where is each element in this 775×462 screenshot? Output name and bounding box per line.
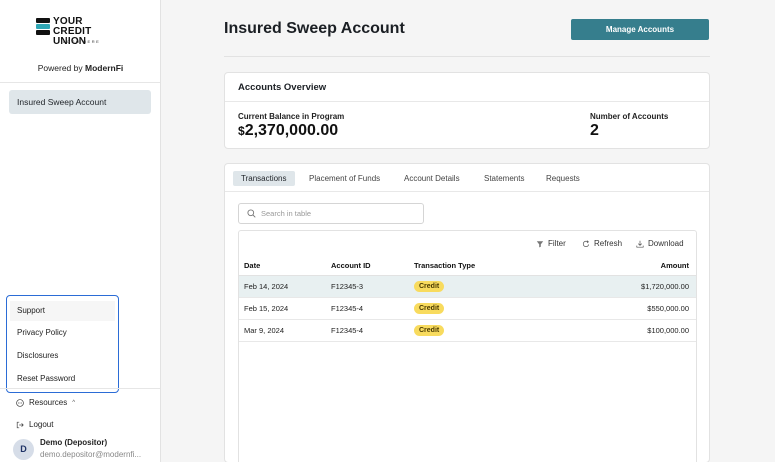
user-name: Demo (Depositor) bbox=[40, 438, 108, 447]
accounts-count-value: 2 bbox=[590, 122, 599, 139]
transaction-type-badge: Credit bbox=[414, 281, 445, 292]
overview-divider bbox=[225, 101, 709, 102]
cell-amount: $100,000.00 bbox=[647, 326, 689, 335]
sidebar-item-insured-sweep-account[interactable]: Insured Sweep Account bbox=[9, 90, 151, 114]
logo-tagline: LOGO HERE bbox=[63, 39, 101, 44]
cell-date: Feb 14, 2024 bbox=[244, 282, 289, 291]
cell-amount: $1,720,000.00 bbox=[641, 282, 689, 291]
table-row[interactable]: Feb 14, 2024 F12345-3 Credit $1,720,000.… bbox=[239, 276, 696, 298]
chevron-up-icon: ^ bbox=[72, 399, 76, 406]
transaction-type-badge: Credit bbox=[414, 325, 445, 336]
balance-amount: 2,370,000.00 bbox=[244, 122, 339, 139]
resources-label: Resources bbox=[29, 398, 68, 407]
manage-accounts-button[interactable]: Manage Accounts bbox=[571, 19, 709, 40]
transaction-type-badge: Credit bbox=[414, 303, 445, 314]
filter-label: Filter bbox=[548, 239, 566, 248]
tab-bar: Transactions Placement of Funds Account … bbox=[225, 164, 709, 192]
filter-icon bbox=[536, 240, 544, 247]
sidebar-footer-divider bbox=[0, 388, 160, 389]
cell-account-id: F12345-4 bbox=[331, 304, 364, 313]
avatar[interactable]: D bbox=[13, 439, 34, 460]
logo-mark-icon bbox=[36, 18, 50, 36]
transactions-card: Transactions Placement of Funds Account … bbox=[224, 163, 710, 462]
powered-by-brand: ModernFi bbox=[85, 63, 124, 73]
powered-by: Powered by ModernFi bbox=[0, 63, 161, 73]
refresh-button[interactable]: Refresh bbox=[582, 239, 622, 248]
logout-button[interactable]: Logout bbox=[16, 420, 53, 429]
tab-statements[interactable]: Statements bbox=[476, 171, 532, 186]
menu-item-disclosures[interactable]: Disclosures bbox=[17, 351, 58, 360]
resources-menu: Support Privacy Policy Disclosures Reset… bbox=[6, 295, 119, 393]
cell-amount: $550,000.00 bbox=[647, 304, 689, 313]
cell-date: Mar 9, 2024 bbox=[244, 326, 285, 335]
balance-label: Current Balance in Program bbox=[238, 112, 345, 121]
balance-value: $2,370,000.00 bbox=[238, 122, 338, 140]
download-label: Download bbox=[648, 239, 684, 248]
table-row[interactable]: Mar 9, 2024 F12345-4 Credit $100,000.00 bbox=[239, 320, 696, 342]
credit-union-logo: YOUR CREDIT UNION LOGO HERE bbox=[36, 17, 126, 47]
tab-placement-of-funds[interactable]: Placement of Funds bbox=[301, 171, 388, 186]
more-circle-icon bbox=[16, 398, 24, 407]
logo-line-2: CREDIT UNION bbox=[53, 26, 92, 47]
resources-toggle[interactable]: Resources ^ bbox=[16, 398, 75, 407]
cell-account-id: F12345-4 bbox=[331, 326, 364, 335]
user-email: demo.depositor@modernfi... bbox=[40, 450, 142, 459]
column-header-transaction-type[interactable]: Transaction Type bbox=[414, 261, 475, 270]
logout-icon bbox=[16, 421, 24, 428]
column-header-amount[interactable]: Amount bbox=[661, 261, 689, 270]
search-icon bbox=[247, 209, 256, 218]
tab-requests[interactable]: Requests bbox=[538, 171, 588, 186]
column-header-date[interactable]: Date bbox=[244, 261, 260, 270]
powered-by-prefix: Powered by bbox=[37, 63, 83, 73]
sidebar: YOUR CREDIT UNION LOGO HERE Powered by M… bbox=[0, 0, 161, 462]
menu-item-reset-password[interactable]: Reset Password bbox=[17, 374, 75, 383]
cell-account-id: F12345-3 bbox=[331, 282, 364, 291]
page-title: Insured Sweep Account bbox=[224, 20, 405, 37]
download-button[interactable]: Download bbox=[636, 239, 684, 248]
menu-item-privacy-policy[interactable]: Privacy Policy bbox=[17, 328, 67, 337]
menu-item-support[interactable]: Support bbox=[10, 301, 115, 321]
overview-title: Accounts Overview bbox=[238, 82, 327, 93]
refresh-label: Refresh bbox=[594, 239, 623, 248]
accounts-count-label: Number of Accounts bbox=[590, 112, 669, 121]
filter-button[interactable]: Filter bbox=[536, 239, 566, 248]
title-divider bbox=[224, 56, 710, 57]
column-header-account-id[interactable]: Account ID bbox=[331, 261, 371, 270]
tab-account-details[interactable]: Account Details bbox=[396, 171, 468, 186]
balance-currency: $ bbox=[238, 124, 245, 138]
sidebar-divider bbox=[0, 82, 160, 83]
accounts-overview-card: Accounts Overview Current Balance in Pro… bbox=[224, 72, 710, 149]
table-row[interactable]: Feb 15, 2024 F12345-4 Credit $550,000.00 bbox=[239, 298, 696, 320]
search-input[interactable] bbox=[261, 207, 411, 220]
logout-label: Logout bbox=[29, 420, 54, 429]
cell-date: Feb 15, 2024 bbox=[244, 304, 289, 313]
refresh-icon bbox=[582, 239, 589, 247]
download-icon bbox=[636, 240, 644, 248]
transactions-table: Filter Refresh Download Date Account ID … bbox=[238, 230, 697, 462]
tab-transactions[interactable]: Transactions bbox=[233, 171, 295, 186]
search-box bbox=[238, 203, 424, 224]
